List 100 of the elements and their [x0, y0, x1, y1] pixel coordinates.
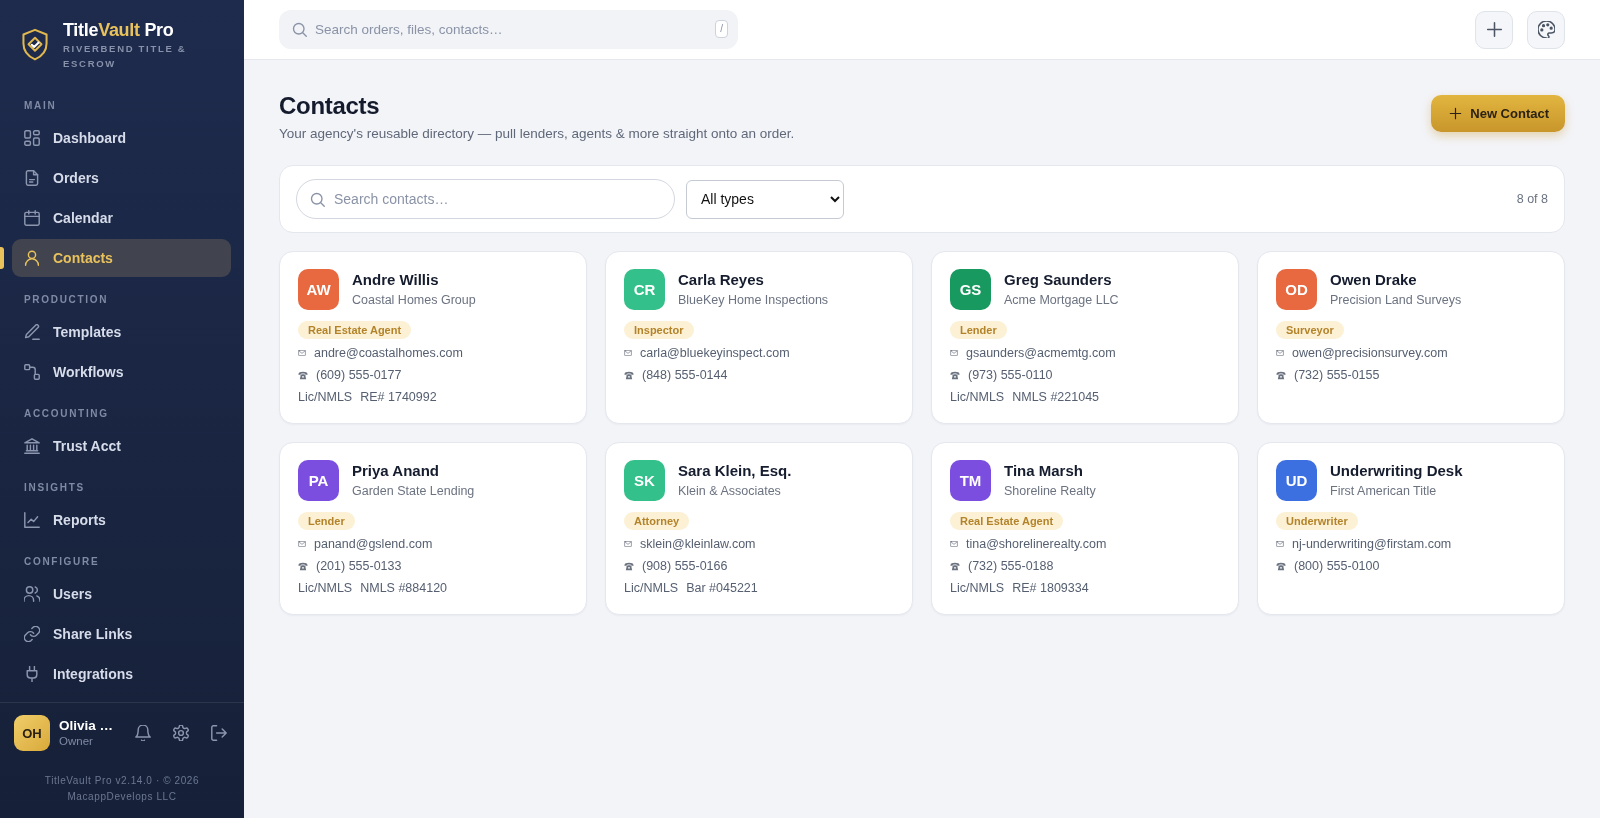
- company-name: BlueKey Home Inspections: [678, 292, 829, 309]
- user-name: Olivia …: [59, 717, 114, 734]
- type-filter-select[interactable]: All types: [686, 179, 844, 219]
- contact-name: Underwriting Desk: [1330, 461, 1463, 480]
- license-label: Lic/NMLS: [298, 389, 353, 405]
- search-icon: [292, 22, 307, 37]
- phone-number: (908) 555-0166: [642, 558, 728, 574]
- active-indicator: [0, 247, 4, 269]
- contact-card[interactable]: AW Andre Willis Coastal Homes Group Real Estate Agent andre@coastalhomes.com (609) 555-0177 Lic/NMLS RE# 1740992: [279, 251, 587, 424]
- plug-icon: [24, 666, 40, 682]
- nav-section-label: MAIN: [24, 99, 57, 113]
- contact-search-field[interactable]: Search contacts…: [296, 179, 675, 219]
- phone-icon: [1276, 561, 1286, 571]
- role-tag: Surveyor: [1276, 321, 1344, 339]
- version-footer: TitleVault Pro v2.14.0 · © 2026 MacappDevelops LLC: [22, 773, 222, 805]
- contact-card[interactable]: UD Underwriting Desk First American Title Underwriter nj-underwriting@firstam.com (800) 555-0100: [1257, 442, 1565, 615]
- contact-card[interactable]: CR Carla Reyes BlueKey Home Inspections Inspector carla@bluekeyinspect.com (848) 555-0144: [605, 251, 913, 424]
- grid-icon: [24, 130, 40, 146]
- role-tag: Underwriter: [1276, 512, 1358, 530]
- email-address: nj-underwriting@firstam.com: [1292, 536, 1452, 552]
- contact-card[interactable]: PA Priya Anand Garden State Lending Lender panand@gslend.com (201) 555-0133 Lic/NMLS NMLS #884120: [279, 442, 587, 615]
- envelope-icon: [298, 350, 306, 356]
- license-label: Lic/NMLS: [950, 580, 1005, 596]
- license-label: Lic/NMLS: [950, 389, 1005, 405]
- nav-item[interactable]: Integrations: [12, 655, 231, 693]
- envelope-icon: [624, 350, 632, 356]
- phone-icon: [950, 561, 960, 571]
- palette-icon: [1537, 21, 1555, 38]
- license-number: RE# 1809334: [1012, 580, 1089, 596]
- plus-icon: [1449, 107, 1463, 120]
- email-address: panand@gslend.com: [314, 536, 433, 552]
- role-tag: Real Estate Agent: [298, 321, 412, 339]
- new-contact-button[interactable]: New Contact: [1431, 95, 1565, 132]
- document-icon: [24, 170, 40, 186]
- role-tag: Attorney: [624, 512, 690, 530]
- contact-avatar: TM: [950, 460, 991, 501]
- nav-item[interactable]: Calendar: [12, 199, 231, 237]
- nav-item[interactable]: Orders: [12, 159, 231, 197]
- phone-number: (800) 555-0100: [1294, 558, 1380, 574]
- email-address: gsaunders@acmemtg.com: [966, 345, 1116, 361]
- phone-icon: [298, 561, 308, 571]
- envelope-icon: [298, 541, 306, 547]
- nav-item[interactable]: Contacts: [12, 239, 231, 277]
- phone-number: (973) 555-0110: [968, 367, 1053, 383]
- license-number: Bar #045221: [686, 580, 758, 596]
- nav-section-label: CONFIGURE: [24, 555, 100, 569]
- nav-item[interactable]: Share Links: [12, 615, 231, 653]
- phone-number: (732) 555-0155: [1294, 367, 1380, 383]
- nav-item[interactable]: Dashboard: [12, 119, 231, 157]
- company-name: Klein & Associates: [678, 483, 781, 500]
- calendar-icon: [24, 210, 40, 226]
- role-tag: Lender: [950, 321, 1007, 339]
- phone-icon: [950, 370, 960, 380]
- contact-name: Owen Drake: [1330, 270, 1417, 289]
- phone-icon: [624, 561, 634, 571]
- user-avatar: OH: [14, 715, 50, 751]
- pencil-icon: [24, 324, 40, 340]
- nav-item[interactable]: Reports: [12, 501, 231, 539]
- nav-item[interactable]: Users: [12, 575, 231, 613]
- contact-card[interactable]: SK Sara Klein, Esq. Klein & Associates Attorney sklein@kleinlaw.com (908) 555-0166 Lic/NMLS Bar #045221: [605, 442, 913, 615]
- nav-item[interactable]: Templates: [12, 313, 231, 351]
- nav-item[interactable]: Trust Acct: [12, 427, 231, 465]
- users-icon: [24, 586, 40, 602]
- company-name: Shoreline Realty: [1004, 483, 1096, 500]
- contact-name: Sara Klein, Esq.: [678, 461, 792, 480]
- license-number: NMLS #221045: [1012, 389, 1100, 405]
- settings-icon: [173, 725, 189, 741]
- license-number: RE# 1740992: [360, 389, 437, 405]
- envelope-icon: [950, 350, 958, 356]
- nav-item[interactable]: Workflows: [12, 353, 231, 391]
- license-label: Lic/NMLS: [624, 580, 679, 596]
- nav-section-label: INSIGHTS: [24, 481, 85, 495]
- contact-card[interactable]: OD Owen Drake Precision Land Surveys Surveyor owen@precisionsurvey.com (732) 555-0155: [1257, 251, 1565, 424]
- theme-button[interactable]: [1527, 10, 1565, 49]
- contact-card[interactable]: GS Greg Saunders Acme Mortgage LLC Lender gsaunders@acmemtg.com (973) 555-0110 Lic/NMLS NMLS #221045: [931, 251, 1239, 424]
- role-tag: Lender: [298, 512, 355, 530]
- contact-avatar: AW: [298, 269, 339, 310]
- link-icon: [24, 626, 40, 642]
- contact-name: Priya Anand: [352, 461, 439, 480]
- nav-section-label: ACCOUNTING: [24, 407, 109, 421]
- license-number: NMLS #884120: [360, 580, 448, 596]
- envelope-icon: [950, 541, 958, 547]
- contact-avatar: CR: [624, 269, 665, 310]
- search-icon: [310, 191, 325, 207]
- email-address: andre@coastalhomes.com: [314, 345, 463, 361]
- company-name: First American Title: [1330, 483, 1437, 500]
- contact-card[interactable]: TM Tina Marsh Shoreline Realty Real Estate Agent tina@shorelinerealty.com (732) 555-0188 Lic/NMLS RE# 1809334: [931, 442, 1239, 615]
- contact-avatar: SK: [624, 460, 665, 501]
- company-name: Precision Land Surveys: [1330, 292, 1462, 309]
- contact-avatar: GS: [950, 269, 991, 310]
- role-tag: Inspector: [624, 321, 694, 339]
- contact-name: Tina Marsh: [1004, 461, 1083, 480]
- contact-avatar: OD: [1276, 269, 1317, 310]
- role-tag: Real Estate Agent: [950, 512, 1064, 530]
- phone-number: (609) 555-0177: [316, 367, 402, 383]
- chart-icon: [24, 512, 40, 528]
- phone-icon: [624, 370, 634, 380]
- page-title: Contacts: [279, 91, 380, 121]
- shield-icon: [22, 28, 48, 62]
- envelope-icon: [1276, 350, 1284, 356]
